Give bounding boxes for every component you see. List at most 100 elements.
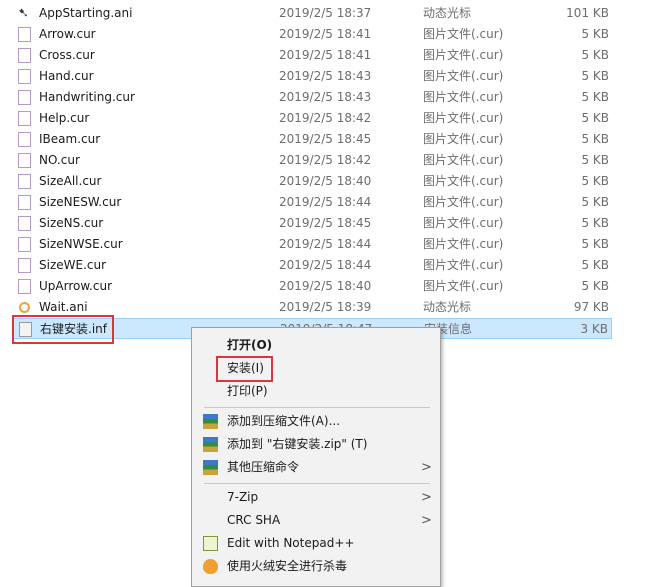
file-date: 2019/2/5 18:43	[279, 69, 372, 83]
file-type: 图片文件(.cur)	[423, 48, 504, 62]
file-date: 2019/2/5 18:44	[279, 237, 372, 251]
menu-item-label: Edit with Notepad++	[227, 536, 355, 550]
file-name: Handwriting.cur	[39, 90, 135, 104]
file-row[interactable]: Arrow.cur 2019/2/5 18:41 图片文件(.cur) 5 KB	[12, 24, 612, 45]
image-file-icon	[18, 132, 31, 147]
file-row[interactable]: Handwriting.cur 2019/2/5 18:43 图片文件(.cur…	[12, 87, 612, 108]
menu-item-label: 添加到 "右键安装.zip" (T)	[227, 437, 368, 451]
file-type: 图片文件(.cur)	[423, 153, 504, 167]
file-size: 5 KB	[581, 111, 609, 125]
menu-item-label: 打印(P)	[227, 384, 268, 398]
file-size: 5 KB	[581, 237, 609, 251]
file-size: 5 KB	[581, 174, 609, 188]
file-date: 2019/2/5 18:39	[279, 300, 372, 314]
file-row[interactable]: Hand.cur 2019/2/5 18:43 图片文件(.cur) 5 KB	[12, 66, 612, 87]
file-size: 101 KB	[566, 6, 609, 20]
menu-item[interactable]: 7-Zip >	[192, 486, 440, 509]
file-date: 2019/2/5 18:44	[279, 195, 372, 209]
file-row[interactable]: SizeNESW.cur 2019/2/5 18:44 图片文件(.cur) 5…	[12, 192, 612, 213]
highlight-box-file	[12, 315, 114, 344]
file-type: 图片文件(.cur)	[423, 27, 504, 41]
menu-item-label: CRC SHA	[227, 513, 281, 527]
file-size: 97 KB	[573, 300, 609, 314]
file-size: 5 KB	[581, 195, 609, 209]
file-size: 5 KB	[581, 132, 609, 146]
file-date: 2019/2/5 18:45	[279, 132, 372, 146]
file-date: 2019/2/5 18:44	[279, 258, 372, 272]
winrar-icon	[203, 414, 218, 429]
file-date: 2019/2/5 18:40	[279, 174, 372, 188]
image-file-icon	[18, 153, 31, 168]
file-type: 图片文件(.cur)	[423, 174, 504, 188]
file-type: 图片文件(.cur)	[423, 90, 504, 104]
menu-item[interactable]: 其他压缩命令 >	[192, 456, 440, 479]
file-name: Hand.cur	[39, 69, 94, 83]
file-type: 图片文件(.cur)	[423, 237, 504, 251]
file-name: SizeWE.cur	[39, 258, 107, 272]
file-row[interactable]: SizeWE.cur 2019/2/5 18:44 图片文件(.cur) 5 K…	[12, 255, 612, 276]
image-file-icon	[18, 111, 31, 126]
file-name: SizeNWSE.cur	[39, 237, 123, 251]
menu-item-label: 7-Zip	[227, 490, 259, 504]
file-name: UpArrow.cur	[39, 279, 113, 293]
file-type: 图片文件(.cur)	[423, 111, 504, 125]
menu-item[interactable]: CRC SHA >	[192, 509, 440, 532]
file-date: 2019/2/5 18:43	[279, 90, 372, 104]
file-row[interactable]: Cross.cur 2019/2/5 18:41 图片文件(.cur) 5 KB	[12, 45, 612, 66]
file-size: 5 KB	[581, 153, 609, 167]
file-type: 图片文件(.cur)	[423, 132, 504, 146]
file-date: 2019/2/5 18:42	[279, 153, 372, 167]
menu-separator	[204, 407, 430, 408]
menu-item[interactable]: 添加到压缩文件(A)...	[192, 410, 440, 433]
menu-separator	[204, 483, 430, 484]
file-name: Help.cur	[39, 111, 90, 125]
image-file-icon	[18, 195, 31, 210]
file-date: 2019/2/5 18:41	[279, 48, 372, 62]
file-name: SizeAll.cur	[39, 174, 102, 188]
file-row[interactable]: SizeNS.cur 2019/2/5 18:45 图片文件(.cur) 5 K…	[12, 213, 612, 234]
image-file-icon	[18, 69, 31, 84]
file-size: 5 KB	[581, 48, 609, 62]
file-row[interactable]: NO.cur 2019/2/5 18:42 图片文件(.cur) 5 KB	[12, 150, 612, 171]
winrar-icon	[203, 437, 218, 452]
menu-item[interactable]: 打开(O)	[192, 334, 440, 357]
menu-item-label: 其他压缩命令	[227, 460, 300, 474]
chevron-right-icon: >	[421, 513, 432, 528]
menu-item-label: 添加到压缩文件(A)...	[227, 414, 341, 428]
menu-item-label: 打开(O)	[227, 338, 273, 352]
file-name: AppStarting.ani	[39, 6, 133, 20]
file-row[interactable]: SizeNWSE.cur 2019/2/5 18:44 图片文件(.cur) 5…	[12, 234, 612, 255]
file-type: 图片文件(.cur)	[423, 195, 504, 209]
file-row[interactable]: SizeAll.cur 2019/2/5 18:40 图片文件(.cur) 5 …	[12, 171, 612, 192]
file-size: 5 KB	[581, 258, 609, 272]
menu-item[interactable]: 添加到 "右键安装.zip" (T)	[192, 433, 440, 456]
file-size: 3 KB	[580, 322, 608, 336]
file-row[interactable]: ➷ AppStarting.ani 2019/2/5 18:37 动态光标 10…	[12, 3, 612, 24]
image-file-icon	[18, 279, 31, 294]
file-date: 2019/2/5 18:41	[279, 27, 372, 41]
image-file-icon	[18, 48, 31, 63]
file-row[interactable]: IBeam.cur 2019/2/5 18:45 图片文件(.cur) 5 KB	[12, 129, 612, 150]
file-type: 图片文件(.cur)	[423, 279, 504, 293]
animated-cursor-icon: ➷	[18, 6, 29, 21]
file-row[interactable]: UpArrow.cur 2019/2/5 18:40 图片文件(.cur) 5 …	[12, 276, 612, 297]
image-file-icon	[18, 258, 31, 273]
file-date: 2019/2/5 18:40	[279, 279, 372, 293]
menu-item[interactable]: Edit with Notepad++	[192, 532, 440, 555]
chevron-right-icon: >	[421, 490, 432, 505]
winrar-icon	[203, 460, 218, 475]
file-row[interactable]: Help.cur 2019/2/5 18:42 图片文件(.cur) 5 KB	[12, 108, 612, 129]
menu-item[interactable]: 打印(P)	[192, 380, 440, 403]
image-file-icon	[18, 237, 31, 252]
highlight-box-install	[216, 356, 273, 382]
notepad-plus-plus-icon	[203, 536, 218, 551]
chevron-right-icon: >	[421, 460, 432, 475]
file-size: 5 KB	[581, 90, 609, 104]
file-date: 2019/2/5 18:45	[279, 216, 372, 230]
file-date: 2019/2/5 18:42	[279, 111, 372, 125]
image-file-icon	[18, 90, 31, 105]
file-name: IBeam.cur	[39, 132, 101, 146]
file-name: Arrow.cur	[39, 27, 96, 41]
menu-item[interactable]: 使用火绒安全进行杀毒	[192, 555, 440, 578]
file-name: NO.cur	[39, 153, 80, 167]
